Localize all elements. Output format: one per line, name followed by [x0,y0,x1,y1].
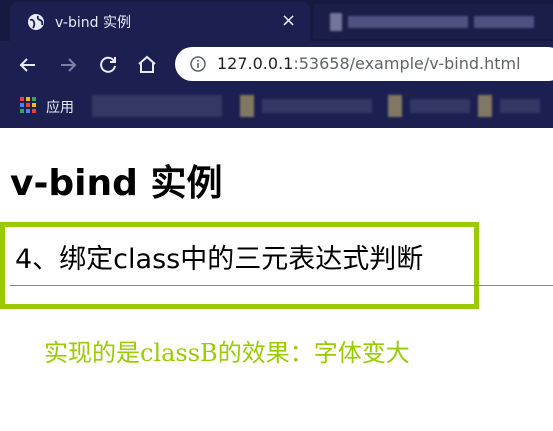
blurred-tab-content [348,16,468,28]
bookmarks-bar: 应用 [0,89,553,128]
tab-close-button[interactable]: × [281,10,296,32]
result-text: 实现的是classB的效果：字体变大 [44,339,410,367]
blurred-tab-content [330,13,342,31]
blurred-bookmark[interactable] [388,95,402,117]
info-icon[interactable] [190,56,206,72]
url-path: :53658/example/v-bind.html [293,54,521,73]
blurred-bookmark[interactable] [240,95,254,117]
blurred-bookmark[interactable] [500,99,540,113]
url-text[interactable]: 127.0.0.1:53658/example/v-bind.html [217,54,521,73]
page-title: v-bind 实例 [10,163,223,204]
bookmark-apps[interactable]: 应用 [46,97,74,117]
section-title: 4、绑定class中的三元表达式判断 [15,244,424,275]
blurred-bookmark[interactable] [410,99,470,113]
apps-grid-icon[interactable] [20,97,36,113]
tab-title: v-bind 实例 [55,15,131,31]
tab-active[interactable]: v-bind 实例 × [10,2,310,41]
globe-icon [28,14,44,30]
divider [10,285,553,286]
blurred-bookmark[interactable] [92,95,222,117]
browser-chrome: v-bind 实例 × 127.0.0.1:53658/example/v-bi… [0,0,553,128]
blurred-bookmark[interactable] [262,99,372,113]
arrow-left-icon[interactable] [16,53,40,77]
address-bar[interactable]: 127.0.0.1:53658/example/v-bind.html [175,47,553,81]
reload-icon[interactable] [96,53,120,77]
tab-strip: v-bind 实例 × [0,0,553,41]
blurred-tab-content [474,16,534,28]
tab-inactive[interactable] [314,4,553,39]
arrow-right-icon[interactable] [56,53,80,77]
blurred-bookmark[interactable] [478,95,492,117]
home-icon[interactable] [135,53,159,77]
section-highlight-box: 4、绑定class中的三元表达式判断 [0,222,479,309]
url-host: 127.0.0.1 [217,54,294,73]
